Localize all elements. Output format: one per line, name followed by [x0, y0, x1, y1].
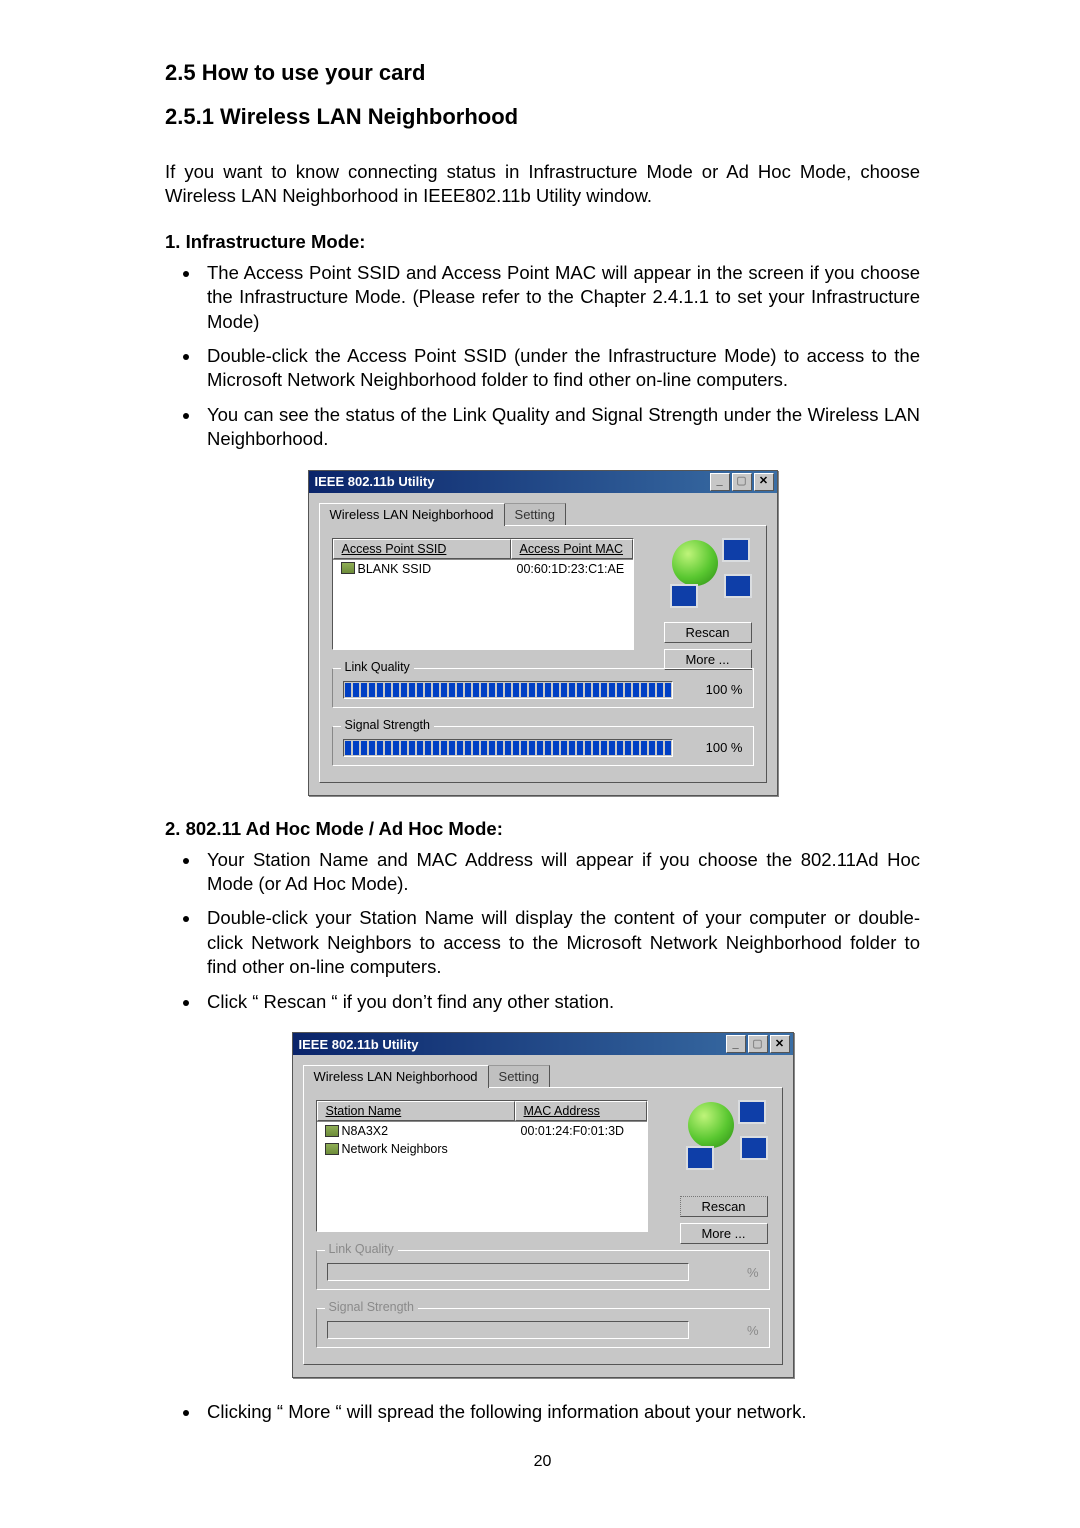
- window-titlebar: IEEE 802.11b Utility _ ▢ ✕: [309, 471, 777, 493]
- signal-strength-value: 100 %: [683, 740, 743, 755]
- maximize-button[interactable]: ▢: [732, 473, 752, 491]
- link-quality-value: 100 %: [683, 682, 743, 697]
- signal-strength-bar: [343, 739, 673, 757]
- list-item: You can see the status of the Link Quali…: [201, 403, 920, 452]
- signal-strength-group: Signal Strength %: [316, 1308, 770, 1348]
- infra-bullet-list: The Access Point SSID and Access Point M…: [165, 261, 920, 452]
- window-titlebar: IEEE 802.11b Utility _ ▢ ✕: [293, 1033, 793, 1055]
- signal-strength-group: Signal Strength 100 %: [332, 726, 754, 766]
- network-graphic-icon: [684, 1100, 768, 1170]
- minimize-button[interactable]: _: [710, 473, 730, 491]
- closing-bullet-list: Clicking “ More “ will spread the follow…: [165, 1400, 920, 1424]
- close-button[interactable]: ✕: [754, 473, 774, 491]
- screenshot-infra: IEEE 802.11b Utility _ ▢ ✕ Wireless LAN …: [165, 470, 920, 796]
- close-button[interactable]: ✕: [770, 1035, 790, 1053]
- more-button[interactable]: More ...: [680, 1223, 768, 1244]
- ap-listbox[interactable]: Access Point SSID Access Point MAC BLANK…: [332, 538, 634, 650]
- table-row[interactable]: Network Neighbors: [317, 1140, 647, 1158]
- tab-setting[interactable]: Setting: [504, 503, 566, 526]
- rescan-button[interactable]: Rescan: [664, 622, 752, 643]
- adhoc-mode-heading: 2. 802.11 Ad Hoc Mode / Ad Hoc Mode:: [165, 818, 920, 840]
- station-listbox[interactable]: Station Name MAC Address N8A3X2 00:01:24…: [316, 1100, 648, 1232]
- document-page: 2.5 How to use your card 2.5.1 Wireless …: [0, 0, 1080, 1511]
- monitor-icon: [722, 538, 750, 562]
- table-row[interactable]: N8A3X2 00:01:24:F0:01:3D: [317, 1122, 647, 1140]
- screenshot-adhoc: IEEE 802.11b Utility _ ▢ ✕ Wireless LAN …: [165, 1032, 920, 1378]
- list-item: The Access Point SSID and Access Point M…: [201, 261, 920, 334]
- adhoc-bullet-list: Your Station Name and MAC Address will a…: [165, 848, 920, 1014]
- link-quality-label: Link Quality: [325, 1242, 398, 1256]
- infra-mode-heading: 1. Infrastructure Mode:: [165, 231, 920, 253]
- link-quality-bar: [343, 681, 673, 699]
- minimize-button[interactable]: _: [726, 1035, 746, 1053]
- subsection-heading: 2.5.1 Wireless LAN Neighborhood: [165, 104, 920, 130]
- link-quality-group: Link Quality 100 %: [332, 668, 754, 708]
- tab-panel: Access Point SSID Access Point MAC BLANK…: [319, 525, 767, 783]
- network-graphic-icon: [668, 538, 752, 608]
- cell-station: Network Neighbors: [342, 1142, 448, 1156]
- link-quality-group: Link Quality %: [316, 1250, 770, 1290]
- column-header-station[interactable]: Station Name: [317, 1101, 515, 1121]
- maximize-button[interactable]: ▢: [748, 1035, 768, 1053]
- monitor-icon: [738, 1100, 766, 1124]
- monitor-icon: [686, 1146, 714, 1170]
- more-button[interactable]: More ...: [664, 649, 752, 670]
- network-card-icon: [325, 1125, 339, 1137]
- utility-window: IEEE 802.11b Utility _ ▢ ✕ Wireless LAN …: [308, 470, 778, 796]
- cell-station: N8A3X2: [342, 1124, 389, 1138]
- link-quality-value: %: [699, 1265, 759, 1280]
- cell-mac: [513, 1141, 647, 1157]
- utility-window: IEEE 802.11b Utility _ ▢ ✕ Wireless LAN …: [292, 1032, 794, 1378]
- list-item: Double-click the Access Point SSID (unde…: [201, 344, 920, 393]
- tab-neighborhood[interactable]: Wireless LAN Neighborhood: [319, 503, 505, 526]
- signal-strength-label: Signal Strength: [341, 718, 434, 732]
- list-item: Double-click your Station Name will disp…: [201, 906, 920, 979]
- column-header-mac[interactable]: MAC Address: [515, 1101, 647, 1121]
- column-header-ssid[interactable]: Access Point SSID: [333, 539, 511, 559]
- table-row[interactable]: BLANK SSID 00:60:1D:23:C1:AE: [333, 560, 633, 578]
- link-quality-bar: [327, 1263, 689, 1281]
- signal-strength-label: Signal Strength: [325, 1300, 418, 1314]
- section-heading: 2.5 How to use your card: [165, 60, 920, 86]
- cell-ssid: BLANK SSID: [358, 562, 432, 576]
- network-card-icon: [325, 1143, 339, 1155]
- list-item: Clicking “ More “ will spread the follow…: [201, 1400, 920, 1424]
- intro-paragraph: If you want to know connecting status in…: [165, 160, 920, 209]
- monitor-icon: [724, 574, 752, 598]
- link-quality-label: Link Quality: [341, 660, 414, 674]
- monitor-icon: [670, 584, 698, 608]
- window-title: IEEE 802.11b Utility: [315, 474, 435, 489]
- window-title: IEEE 802.11b Utility: [299, 1037, 419, 1052]
- tab-neighborhood[interactable]: Wireless LAN Neighborhood: [303, 1065, 489, 1088]
- network-card-icon: [341, 562, 355, 574]
- list-item: Click “ Rescan “ if you don’t find any o…: [201, 990, 920, 1014]
- column-header-mac[interactable]: Access Point MAC: [511, 539, 633, 559]
- signal-strength-bar: [327, 1321, 689, 1339]
- tab-panel: Station Name MAC Address N8A3X2 00:01:24…: [303, 1087, 783, 1365]
- cell-mac: 00:01:24:F0:01:3D: [513, 1123, 647, 1139]
- monitor-icon: [740, 1136, 768, 1160]
- tab-setting[interactable]: Setting: [488, 1065, 550, 1088]
- cell-mac: 00:60:1D:23:C1:AE: [509, 561, 633, 577]
- list-item: Your Station Name and MAC Address will a…: [201, 848, 920, 897]
- signal-strength-value: %: [699, 1323, 759, 1338]
- rescan-button[interactable]: Rescan: [680, 1196, 768, 1217]
- page-number: 20: [165, 1453, 920, 1471]
